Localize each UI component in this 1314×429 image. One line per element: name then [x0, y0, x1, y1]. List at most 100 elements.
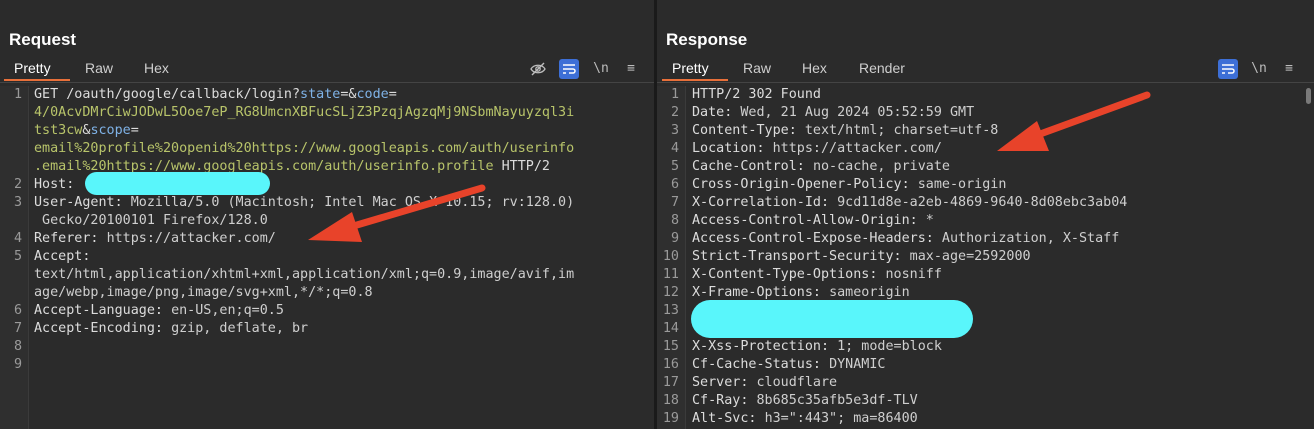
newline-icon[interactable]: \n	[591, 59, 611, 79]
code-token: no-cache, private	[812, 159, 950, 174]
code-token: Strict-Transport-Security:	[692, 249, 910, 264]
code-token: 1; mode=block	[837, 339, 942, 354]
line-number: 10	[662, 249, 679, 264]
code-line: text/html,application/xhtml+xml,applicat…	[34, 266, 574, 284]
line-number: 3	[670, 123, 679, 138]
code-token: en-US,en;q=0.5	[171, 303, 284, 318]
code-token: User-Agent:	[34, 195, 131, 210]
code-token: Accept-Encoding:	[34, 321, 172, 336]
response-tab-render[interactable]: Render	[859, 60, 905, 76]
code-token: email%20profile%20openid%20https://www.g…	[34, 141, 575, 156]
code-token: X-Content-Type-Options:	[692, 267, 886, 282]
code-line: Location: https://attacker.com/	[692, 140, 942, 158]
line-number: 13	[662, 303, 679, 318]
code-line: Cf-Cache-Status: DYNAMIC	[692, 356, 886, 374]
line-number: 14	[662, 321, 679, 336]
response-editor[interactable]: 1 HTTP/2 302 Found 2 Date: Wed, 21 Aug 2024…	[657, 86, 1314, 429]
line-number: 15	[662, 339, 679, 354]
newline-icon[interactable]: \n	[1249, 59, 1269, 79]
code-line: Date: Wed, 21 Aug 2024 05:52:59 GMT	[692, 104, 974, 122]
wrap-icon[interactable]	[559, 59, 579, 79]
code-token: cloudflare	[756, 375, 838, 390]
code-token: text/html; charset=utf-8	[804, 123, 999, 138]
code-line: X-Correlation-Id: 9cd11d8e-a2eb-4869-964…	[692, 194, 1127, 212]
code-line: X-Content-Type-Options: nosniff	[692, 266, 942, 284]
code-token: Cache-Control:	[692, 159, 813, 174]
menu-icon[interactable]: ≡	[1279, 59, 1299, 79]
line-number: 2	[13, 177, 22, 192]
request-title: Request	[9, 30, 77, 49]
line-number: 7	[670, 195, 679, 210]
code-token: Server:	[692, 375, 757, 390]
response-title: Response	[666, 30, 748, 49]
code-token: Cf-Ray:	[692, 393, 757, 408]
line-number: 1	[670, 87, 679, 102]
code-line: Accept-Language: en-US,en;q=0.5	[34, 302, 284, 320]
redaction-mark	[691, 300, 973, 338]
code-line: Alt-Svc: h3=":443"; ma=86400	[692, 410, 918, 428]
code-line: Server: cloudflare	[692, 374, 837, 392]
line-number: 6	[13, 303, 22, 318]
code-token: Host:	[34, 177, 83, 192]
eye-off-icon[interactable]	[528, 59, 548, 79]
code-token: Accept:	[34, 249, 91, 264]
code-token: max-age=2592000	[909, 249, 1031, 264]
line-number: 8	[13, 339, 22, 354]
line-number: 9	[13, 357, 22, 372]
code-token: 4/0AcvDMrCiwJODwL5Ooe7eP_RG8UmcnXBFucSLj…	[34, 105, 575, 120]
response-tab-pretty[interactable]: Pretty	[672, 60, 709, 76]
line-number: 7	[13, 321, 22, 336]
code-token: code	[356, 87, 389, 102]
code-line: Content-Type: text/html; charset=utf-8	[692, 122, 998, 140]
code-token: *	[925, 213, 934, 228]
code-line: Cross-Origin-Opener-Policy: same-origin	[692, 176, 1006, 194]
response-active-tab-indicator	[662, 79, 728, 81]
code-token: Location:	[692, 141, 773, 156]
code-line: X-Xss-Protection: 1; mode=block	[692, 338, 942, 356]
response-tab-raw[interactable]: Raw	[743, 60, 771, 76]
line-number: 4	[13, 231, 22, 246]
line-number: 16	[662, 357, 679, 372]
line-number: 3	[13, 195, 22, 210]
code-token: DYNAMIC	[829, 357, 886, 372]
request-tab-raw[interactable]: Raw	[85, 60, 113, 76]
code-token: Access-Control-Expose-Headers:	[692, 231, 942, 246]
code-line: Strict-Transport-Security: max-age=25920…	[692, 248, 1031, 266]
menu-icon[interactable]: ≡	[621, 59, 641, 79]
line-number: 19	[662, 411, 679, 426]
request-editor[interactable]: 1 GET /oauth/google/callback/login?state=…	[0, 86, 654, 429]
code-token: sameorigin	[829, 285, 910, 300]
response-tab-hex[interactable]: Hex	[802, 60, 827, 76]
code-token: state	[300, 87, 341, 102]
code-token: HTTP/2 302 Found	[692, 87, 821, 102]
request-tab-pretty[interactable]: Pretty	[14, 60, 51, 76]
code-token: Referer:	[34, 231, 107, 246]
request-tab-hex[interactable]: Hex	[144, 60, 169, 76]
code-line: Cache-Control: no-cache, private	[692, 158, 950, 176]
code-token: h3=":443"; ma=86400	[764, 411, 918, 426]
line-number: 5	[670, 159, 679, 174]
code-token: Alt-Svc:	[692, 411, 765, 426]
line-number: 2	[670, 105, 679, 120]
wrap-icon[interactable]	[1218, 59, 1238, 79]
line-number: 5	[13, 249, 22, 264]
code-line: Access-Control-Expose-Headers: Authoriza…	[692, 230, 1119, 248]
code-token: scope	[90, 123, 131, 138]
arrow-annotation-response	[997, 91, 1151, 151]
response-scrollbar[interactable]	[1306, 88, 1311, 104]
request-tabs: Pretty Raw Hex \n ≡	[0, 57, 654, 83]
response-pane: Response Pretty Raw Hex Render \n ≡ 1 HTT…	[657, 0, 1314, 429]
code-token: X-Correlation-Id:	[692, 195, 838, 210]
code-line: Accept:	[34, 248, 90, 266]
code-line: Host:	[34, 176, 82, 194]
code-token: HTTP/2	[493, 159, 550, 174]
line-number: 6	[670, 177, 679, 192]
code-token: Gecko/20100101 Firefox/128.0	[34, 213, 268, 228]
code-line: GET /oauth/google/callback/login?state=&…	[34, 86, 397, 104]
line-number: 11	[662, 267, 679, 282]
line-number: 17	[662, 375, 679, 390]
line-number: 8	[670, 213, 679, 228]
code-line: 4/0AcvDMrCiwJODwL5Ooe7eP_RG8UmcnXBFucSLj…	[34, 104, 574, 122]
code-token: Cf-Cache-Status:	[692, 357, 830, 372]
line-number: 1	[13, 87, 22, 102]
